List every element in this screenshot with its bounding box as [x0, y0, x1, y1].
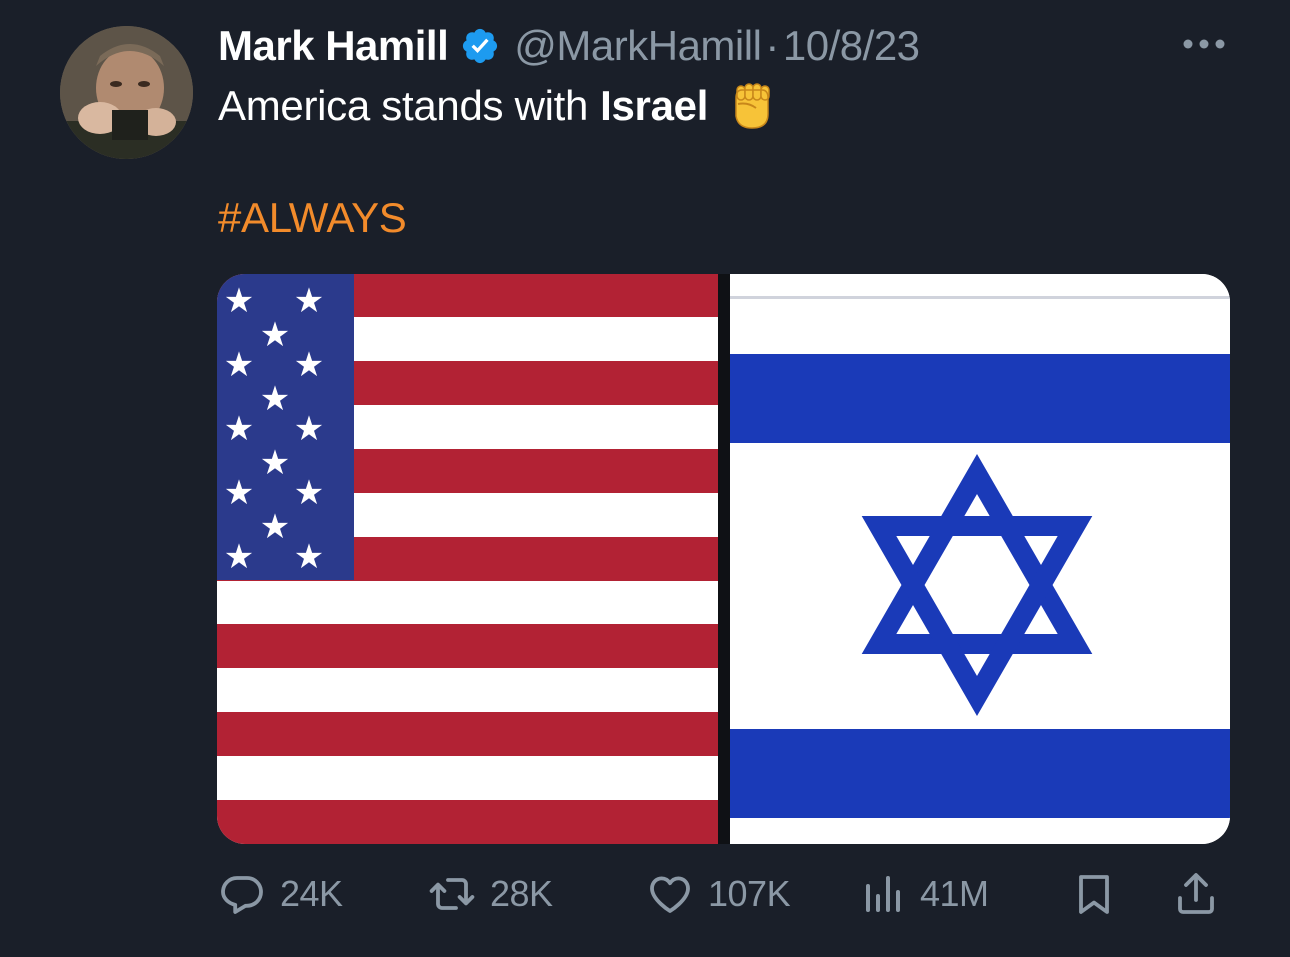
- svg-text:★: ★: [294, 345, 324, 385]
- avatar[interactable]: [60, 26, 193, 159]
- views-icon: [858, 870, 906, 918]
- tweet-date[interactable]: 10/8/23: [783, 22, 920, 70]
- raised-fist-emoji-icon: [724, 80, 776, 132]
- display-name[interactable]: Mark Hamill: [218, 22, 449, 70]
- retweet-button[interactable]: 28K: [428, 864, 553, 924]
- handle[interactable]: @MarkHamill: [514, 22, 762, 70]
- reply-button[interactable]: 24K: [218, 864, 343, 924]
- views-button[interactable]: 41M: [858, 864, 989, 924]
- tweet-text-plain: America stands with: [218, 82, 589, 129]
- reply-icon: [218, 870, 266, 918]
- tweet-header: Mark Hamill @MarkHamill · 10/8/23: [218, 18, 920, 74]
- svg-text:★: ★: [260, 507, 290, 547]
- avatar-photo: [60, 26, 193, 159]
- heart-icon: [646, 870, 694, 918]
- views-count: 41M: [920, 873, 989, 914]
- bookmark-button[interactable]: [1070, 864, 1118, 924]
- israel-flag-image: [730, 274, 1230, 844]
- svg-text:★: ★: [224, 473, 254, 513]
- bookmark-icon: [1070, 870, 1118, 918]
- svg-text:★: ★: [224, 281, 254, 321]
- share-button[interactable]: [1172, 864, 1220, 924]
- svg-text:★: ★: [224, 345, 254, 385]
- tweet-media[interactable]: ★ ★ ★ ★ ★ ★ ★ ★ ★ ★ ★ ★ ★ ★: [217, 274, 1230, 844]
- svg-text:★: ★: [224, 409, 254, 449]
- more-options-icon[interactable]: [1180, 34, 1228, 54]
- svg-text:★: ★: [294, 281, 324, 321]
- svg-text:★: ★: [294, 409, 324, 449]
- separator-dot: ·: [765, 22, 779, 69]
- like-button[interactable]: 107K: [646, 864, 791, 924]
- verified-badge-icon: [460, 26, 500, 66]
- hashtag-link[interactable]: #ALWAYS: [218, 194, 407, 242]
- svg-text:★: ★: [294, 473, 324, 513]
- like-count: 107K: [708, 873, 791, 914]
- tweet[interactable]: Mark Hamill @MarkHamill · 10/8/23 Americ…: [0, 0, 1290, 957]
- tweet-text-bold: Israel: [600, 82, 709, 129]
- retweet-icon: [428, 870, 476, 918]
- us-flag-image: ★ ★ ★ ★ ★ ★ ★ ★ ★ ★ ★ ★ ★ ★: [217, 274, 718, 844]
- svg-text:★: ★: [260, 379, 290, 419]
- svg-text:★: ★: [224, 537, 254, 577]
- tweet-text: America stands with Israel: [218, 80, 776, 132]
- reply-count: 24K: [280, 873, 343, 914]
- svg-text:★: ★: [260, 443, 290, 483]
- tweet-actions: 24K 28K 107K 41M: [218, 864, 1230, 924]
- svg-text:★: ★: [294, 537, 324, 577]
- svg-text:★: ★: [260, 315, 290, 355]
- share-icon: [1172, 870, 1220, 918]
- retweet-count: 28K: [490, 873, 553, 914]
